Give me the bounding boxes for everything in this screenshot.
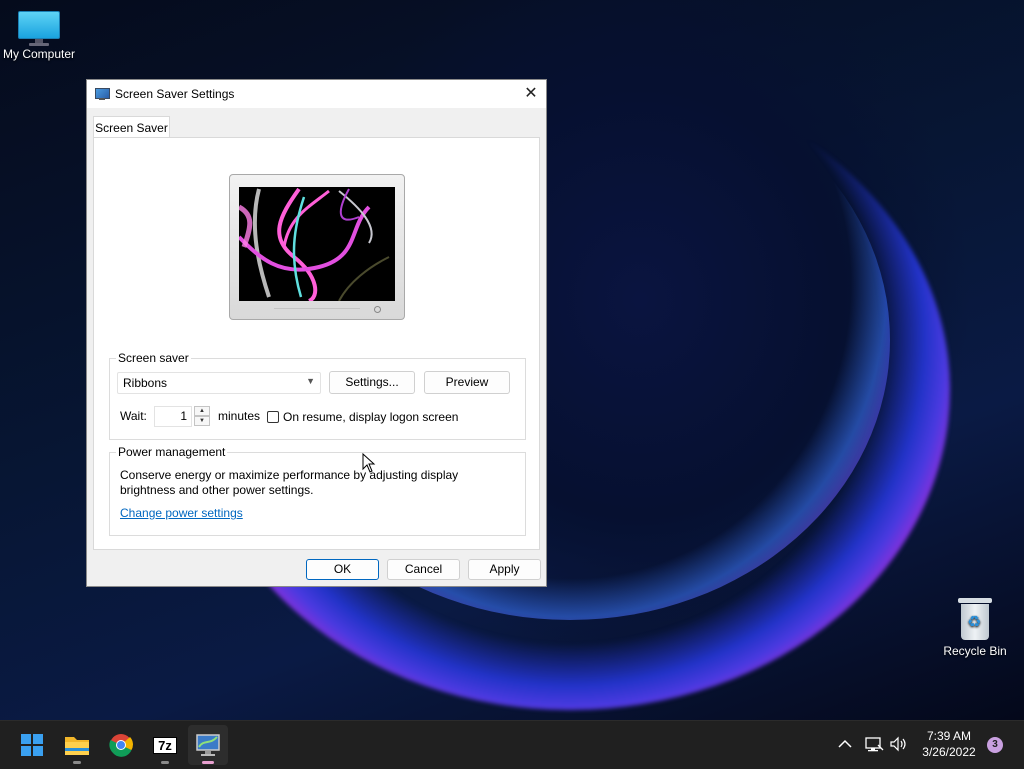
apply-button[interactable]: Apply — [468, 559, 541, 580]
screen-saver-group-label: Screen saver — [116, 351, 191, 365]
settings-button[interactable]: Settings... — [329, 371, 415, 394]
active-indicator — [202, 761, 214, 764]
mouse-cursor-icon — [362, 453, 376, 473]
chrome-icon — [109, 734, 133, 757]
resume-logon-label[interactable]: On resume, display logon screen — [283, 410, 458, 424]
clock-time: 7:39 AM — [926, 729, 972, 743]
taskbar-clock[interactable]: 7:39 AM 3/26/2022 — [916, 728, 982, 760]
power-description-line2: brightness and other power settings. — [120, 483, 314, 497]
notification-badge[interactable]: 3 — [987, 737, 1003, 753]
tab-screen-saver[interactable]: Screen Saver — [93, 116, 170, 138]
preview-monitor — [229, 174, 405, 320]
cancel-button[interactable]: Cancel — [387, 559, 460, 580]
chevron-up-icon — [838, 739, 852, 748]
ribbons-preview — [239, 187, 395, 301]
preview-button[interactable]: Preview — [424, 371, 510, 394]
chevron-down-icon: ▼ — [306, 376, 315, 386]
taskbar-chrome[interactable] — [101, 725, 141, 765]
desktop-icon-recycle-bin[interactable]: ♻ Recycle Bin — [933, 598, 1017, 658]
wait-input[interactable]: 1 — [154, 406, 192, 427]
desktop-icon-my-computer[interactable]: My Computer — [0, 11, 81, 61]
volume-button[interactable] — [889, 735, 909, 756]
resume-logon-checkbox[interactable] — [267, 411, 279, 423]
taskbar: 7z 7:39 AM 3/26/2022 3 — [0, 720, 1024, 769]
desktop-icon-label: My Computer — [2, 47, 76, 61]
taskbar-screen-saver-settings[interactable] — [188, 725, 228, 765]
screen-saver-selected: Ribbons — [123, 376, 168, 390]
monitor-bezel — [274, 308, 360, 317]
wait-label: Wait: — [120, 409, 147, 423]
ribbons-graphic — [239, 187, 395, 301]
title-bar[interactable]: Screen Saver Settings ✕ — [87, 80, 546, 108]
screen-saver-settings-dialog: Screen Saver Settings ✕ Screen Saver Scr… — [86, 79, 547, 587]
computer-icon — [18, 11, 60, 46]
power-management-group-label: Power management — [116, 445, 228, 459]
spin-up-icon[interactable]: ▲ — [194, 406, 210, 416]
network-button[interactable] — [864, 735, 884, 756]
screen-saver-app-icon — [95, 87, 110, 101]
7zip-icon: 7z — [153, 737, 177, 754]
file-explorer-icon — [65, 737, 89, 755]
recycle-bin-icon: ♻ — [958, 598, 992, 640]
close-icon: ✕ — [524, 85, 538, 102]
power-description-line1: Conserve energy or maximize performance … — [120, 468, 459, 482]
ok-button[interactable]: OK — [306, 559, 379, 580]
screen-saver-settings-icon — [196, 734, 220, 756]
dialog-title: Screen Saver Settings — [115, 87, 235, 101]
spin-down-icon[interactable]: ▼ — [194, 416, 210, 426]
network-icon — [865, 737, 884, 752]
taskbar-7zip[interactable]: 7z — [145, 725, 185, 765]
show-hidden-icons-button[interactable] — [836, 735, 854, 756]
running-indicator — [161, 761, 169, 764]
start-button[interactable] — [12, 725, 52, 765]
close-button[interactable]: ✕ — [516, 80, 546, 108]
start-icon — [21, 734, 43, 756]
change-power-settings-link[interactable]: Change power settings — [120, 506, 243, 520]
clock-date: 3/26/2022 — [922, 745, 976, 759]
monitor-power-indicator — [374, 306, 381, 313]
running-indicator — [73, 761, 81, 764]
screen-saver-select[interactable]: Ribbons ▼ — [117, 372, 321, 394]
wait-stepper[interactable]: 1 ▲ ▼ — [154, 406, 210, 427]
taskbar-file-explorer[interactable] — [57, 725, 97, 765]
minutes-label: minutes — [218, 409, 261, 423]
desktop-icon-label: Recycle Bin — [943, 644, 1007, 658]
speaker-icon — [890, 736, 906, 752]
